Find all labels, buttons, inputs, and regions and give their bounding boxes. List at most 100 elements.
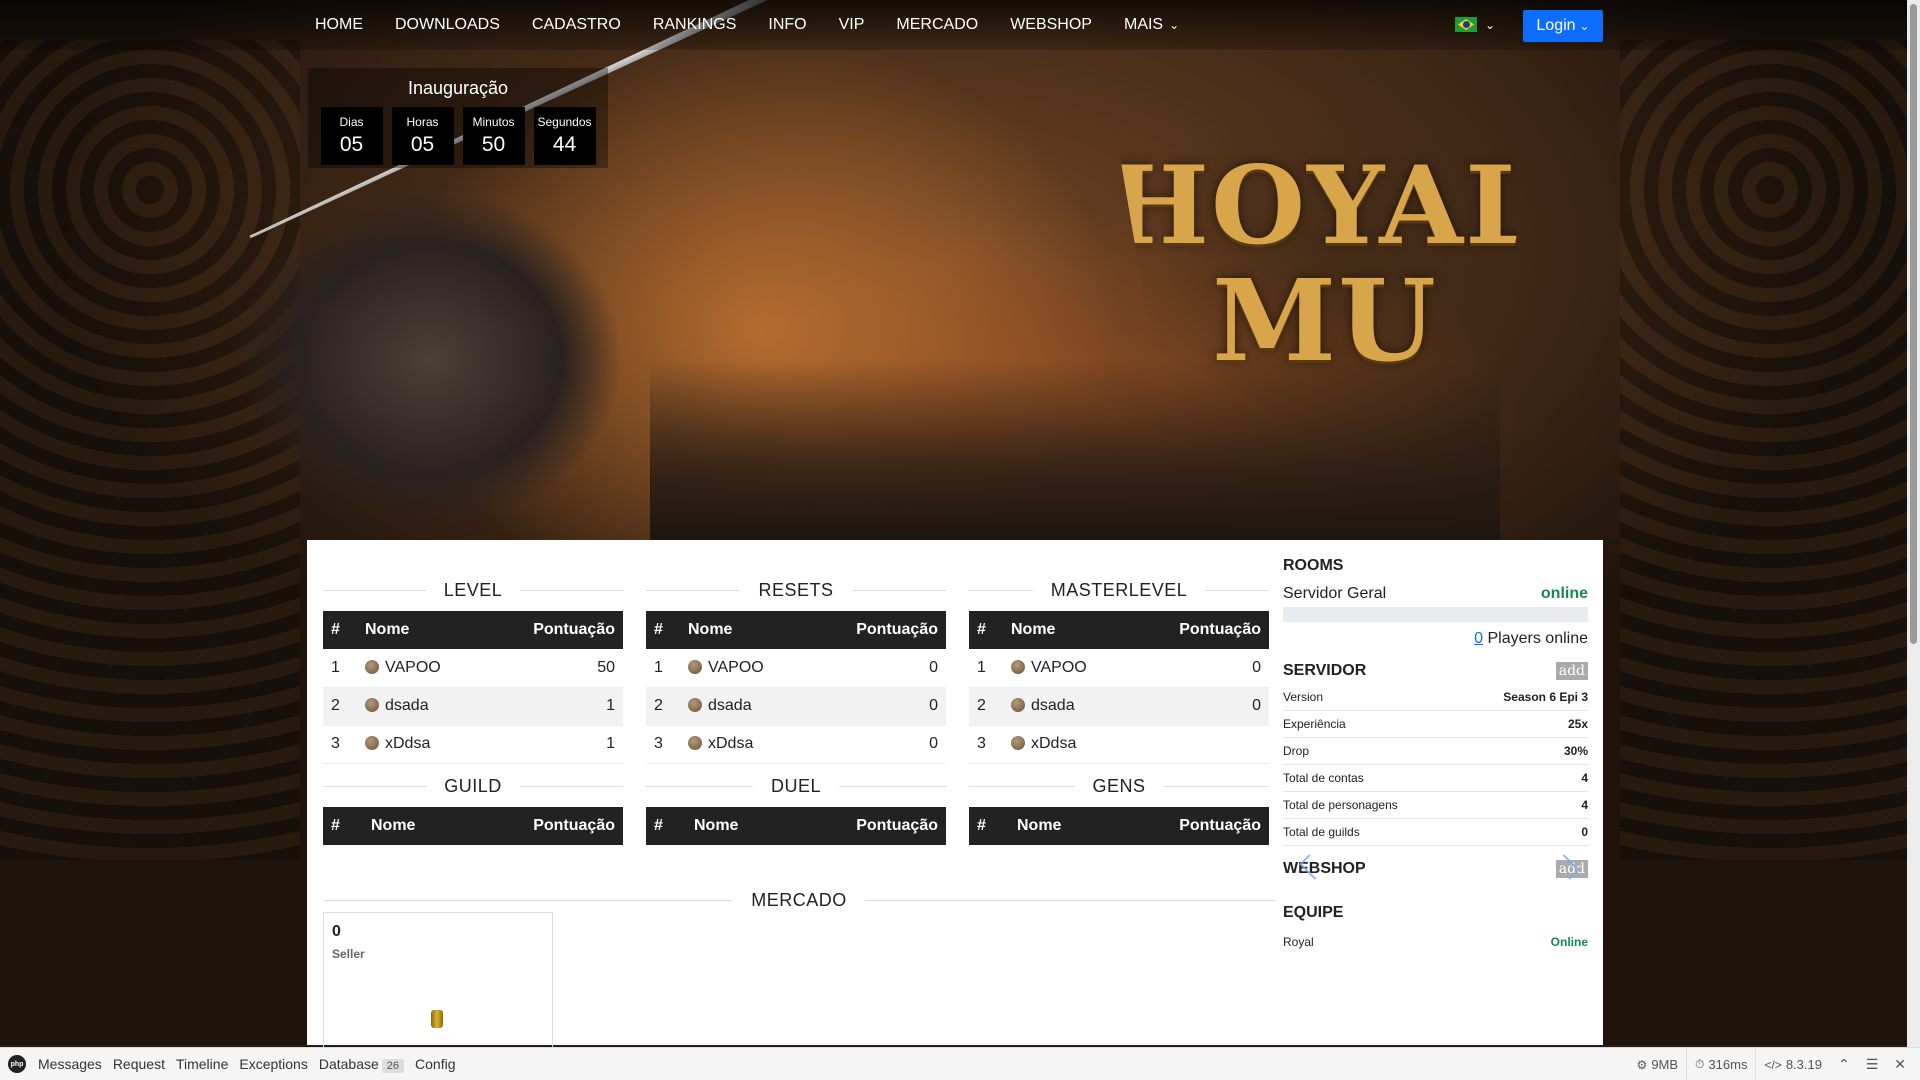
nav-home[interactable]: HOME [315, 16, 363, 34]
debug-tab-timeline[interactable]: Timeline [176, 1056, 228, 1072]
table-row[interactable]: 3 xDdsa 1 [323, 725, 623, 764]
login-button[interactable]: Login ⌄ [1523, 10, 1603, 42]
info-value: 4 [1581, 771, 1588, 785]
logo-title-line1: HOYAL [1106, 143, 1544, 269]
column-header-score: Pontuação [1131, 611, 1269, 649]
player-name[interactable]: VAPOO [708, 659, 764, 676]
debug-tab-database[interactable]: Database 26 [319, 1056, 405, 1073]
debug-tab-config[interactable]: Config [415, 1056, 455, 1072]
player-name[interactable]: xDdsa [1031, 735, 1076, 752]
table-header-row: # Nome Pontuação [646, 807, 946, 845]
nav-mais-label: MAIS [1123, 16, 1164, 33]
players-count-link[interactable]: 0 [1474, 630, 1483, 647]
column-header-score: Pontuação [485, 611, 623, 649]
section-header: MASTERLEVEL [969, 575, 1269, 605]
ranking-table: # Nome Pontuação 1 VAPOO 0 2 dsada 0 3 x… [969, 611, 1269, 764]
nav-cadastro[interactable]: CADASTRO [532, 16, 621, 34]
ranking-duel: DUEL # Nome Pontuação [646, 771, 946, 845]
ranking-table: # Nome Pontuação [323, 807, 623, 845]
nav-webshop[interactable]: WEBSHOP [1010, 16, 1092, 34]
column-header-name: Nome [686, 807, 786, 845]
servidor-add-button[interactable]: add [1555, 662, 1588, 680]
table-row[interactable]: 2 dsada 1 [323, 687, 623, 726]
rank-position: 2 [969, 687, 1003, 726]
right-sidebar: ROOMS Servidor Geral online 0 Players on… [1283, 540, 1588, 955]
player-name[interactable]: dsada [1031, 697, 1075, 714]
column-header-score: Pontuação [808, 611, 946, 649]
settings-sliders-icon[interactable]: ☰ [1858, 1056, 1887, 1073]
table-row[interactable]: 2 dsada 0 [969, 687, 1269, 726]
table-row[interactable]: 2 dsada 0 [646, 687, 946, 726]
table-header-row: # Nome Pontuação [969, 807, 1269, 845]
info-value: 25x [1567, 717, 1588, 731]
nav-downloads[interactable]: DOWNLOADS [395, 16, 500, 34]
rank-position: 1 [646, 649, 680, 688]
market-item-card[interactable]: 0 Seller [323, 912, 553, 1052]
table-row[interactable]: 1 VAPOO 0 [646, 649, 946, 688]
server-info-row: Total de guilds 0 [1283, 819, 1588, 846]
nav-mercado[interactable]: MERCADO [896, 16, 978, 34]
section-header: DUEL [646, 771, 946, 801]
nav-info[interactable]: INFO [768, 16, 806, 34]
column-header-pos: # [646, 611, 680, 649]
table-row[interactable]: 1 VAPOO 0 [969, 649, 1269, 688]
nav-vip[interactable]: VIP [839, 16, 865, 34]
team-member-row: Royal Online [1283, 928, 1588, 955]
player-name[interactable]: xDdsa [385, 735, 430, 752]
countdown-hours: Horas 05 [391, 107, 454, 165]
webshop-header: WEBSHOP add [1283, 854, 1588, 880]
ranking-table: # Nome Pontuação [646, 807, 946, 845]
debug-tab-request[interactable]: Request [113, 1056, 165, 1072]
countdown-minutes: Minutos 50 [462, 107, 525, 165]
info-label: Drop [1283, 744, 1310, 758]
debug-bar: php Messages Request Timeline Exceptions… [0, 1047, 1920, 1080]
page-scrollbar[interactable] [1907, 0, 1920, 1047]
player-name[interactable]: dsada [708, 697, 752, 714]
column-header-pos: # [323, 611, 357, 649]
countdown-label: Minutos [472, 115, 515, 129]
countdown-days: Dias 05 [320, 107, 383, 165]
servidor-header: SERVIDOR add [1283, 662, 1588, 680]
column-header-name: Nome [357, 611, 486, 649]
player-name[interactable]: dsada [385, 697, 429, 714]
player-name[interactable]: VAPOO [1031, 659, 1087, 676]
table-row[interactable]: 3 xDdsa 0 [646, 725, 946, 764]
table-row[interactable]: 1 VAPOO 50 [323, 649, 623, 688]
inauguration-countdown: Inauguração Dias 05 Horas 05 Minutos 50 … [308, 68, 608, 168]
time-metric: ⏱ 316ms [1686, 1048, 1755, 1080]
countdown-value: 05 [410, 133, 435, 156]
mercado-section-header: MERCADO [323, 885, 1275, 915]
top-navigation: HOME DOWNLOADS CADASTRO RANKINGS INFO VI… [0, 0, 1920, 50]
php-logo-icon[interactable]: php [8, 1055, 26, 1073]
database-count-badge: 26 [381, 1058, 405, 1073]
ranking-table: # Nome Pontuação 1 VAPOO 0 2 dsada 0 3 x… [646, 611, 946, 764]
player-cell: VAPOO [680, 649, 809, 688]
info-label: Total de guilds [1283, 825, 1360, 839]
scrollbar-thumb[interactable] [1910, 4, 1917, 644]
chevron-up-icon[interactable]: ⌃ [1830, 1056, 1858, 1073]
debug-tab-exceptions[interactable]: Exceptions [239, 1056, 307, 1072]
player-name[interactable]: VAPOO [385, 659, 441, 676]
table-header-row: # Nome Pontuação [323, 807, 623, 845]
language-selector[interactable]: ⌄ [1455, 17, 1495, 32]
brazil-flag-icon [1455, 17, 1477, 32]
ranking-gens: GENS # Nome Pontuação [969, 771, 1269, 845]
player-name[interactable]: xDdsa [708, 735, 753, 752]
table-header-row: # Nome Pontuação [646, 611, 946, 649]
nav-mais-dropdown[interactable]: MAIS ⌄ [1124, 16, 1179, 34]
market-item-count: 0 [332, 923, 341, 940]
info-value: 4 [1581, 798, 1588, 812]
room-row: Servidor Geral online [1283, 585, 1588, 603]
info-label: Version [1283, 690, 1324, 704]
debug-tab-messages[interactable]: Messages [38, 1056, 102, 1072]
rank-position: 2 [646, 687, 680, 726]
class-avatar-icon [365, 659, 379, 674]
countdown-value: 50 [481, 133, 506, 156]
table-header-row: # Nome Pontuação [323, 611, 623, 649]
nav-rankings[interactable]: RANKINGS [653, 16, 737, 34]
table-row[interactable]: 3 xDdsa [969, 725, 1269, 764]
ranking-guild: GUILD # Nome Pontuação [323, 771, 623, 845]
column-header-pos: # [969, 611, 1003, 649]
nav-menu: HOME DOWNLOADS CADASTRO RANKINGS INFO VI… [315, 16, 1211, 34]
close-icon[interactable]: ✕ [1886, 1056, 1914, 1073]
